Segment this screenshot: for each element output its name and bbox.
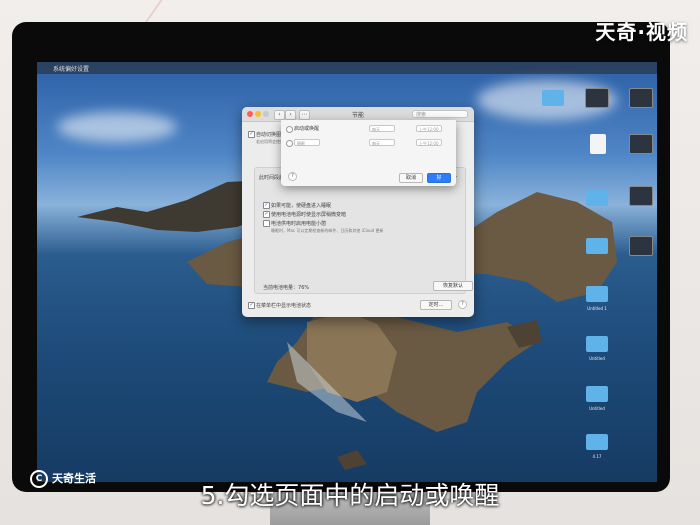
menu-status-label: 在菜单栏中显示电池状态 bbox=[256, 303, 312, 309]
option-note: 睡眠时，Mac 可以定期检查新的邮件、日历和其他 iCloud 更新 bbox=[271, 228, 384, 233]
desktop-thumbnail-icon[interactable] bbox=[629, 88, 653, 108]
option-label-1: 如果可能，使硬盘进入睡眠 bbox=[271, 203, 332, 209]
schedule-sheet: 启动或唤醒 每天 上午12:00 睡眠 每天 上午12:00 ? 取消 好 bbox=[281, 120, 456, 186]
brand-watermark: 天奇·视频 bbox=[595, 20, 688, 44]
schedule-button[interactable]: 定时… bbox=[420, 300, 452, 310]
restore-defaults-button[interactable]: 恢复默认 bbox=[433, 281, 473, 291]
desktop-folder-icon[interactable] bbox=[586, 190, 608, 206]
desktop-folder-icon[interactable] bbox=[586, 286, 608, 302]
sheet-help-button[interactable]: ? bbox=[288, 172, 297, 181]
desktop-icon-label: Untitled 1 bbox=[587, 306, 607, 311]
auto-switch-checkbox[interactable]: ✓ bbox=[248, 131, 255, 138]
desktop-folder-icon[interactable] bbox=[542, 90, 564, 106]
battery-label: 当前电池电量： bbox=[263, 285, 299, 291]
option-checkbox-3[interactable] bbox=[263, 220, 270, 227]
battery-level-label: 当前电池电量：76% bbox=[263, 284, 309, 291]
desktop-thumbnail-icon[interactable] bbox=[629, 186, 653, 206]
desktop-icon-label: 4.17 bbox=[592, 454, 602, 459]
sleep-time-field[interactable]: 上午12:00 bbox=[416, 139, 442, 146]
desktop-folder-icon[interactable] bbox=[586, 386, 608, 402]
menubar-app-name[interactable]: 系统偏好设置 bbox=[53, 64, 89, 73]
sleep-day-select[interactable]: 每天 bbox=[369, 139, 395, 146]
desktop-thumbnail-icon[interactable] bbox=[585, 88, 609, 108]
desktop-screen: 系统偏好设置 Untitled 1 Untitled Untitled 4.17 bbox=[37, 62, 657, 482]
monitor-frame: 系统偏好设置 Untitled 1 Untitled Untitled 4.17 bbox=[12, 22, 670, 492]
menu-status-checkbox[interactable]: ✓ bbox=[248, 302, 255, 309]
help-button[interactable]: ? bbox=[458, 300, 467, 309]
cancel-button[interactable]: 取消 bbox=[399, 173, 423, 183]
desktop-thumbnail-icon[interactable] bbox=[629, 134, 653, 154]
battery-value: 76% bbox=[298, 285, 310, 291]
desktop-icon-label: Untitled bbox=[589, 356, 605, 361]
desktop-file-icon[interactable] bbox=[590, 134, 606, 154]
startup-checkbox[interactable] bbox=[286, 126, 293, 133]
ok-button[interactable]: 好 bbox=[427, 173, 451, 183]
menu-bar: 系统偏好设置 bbox=[37, 62, 657, 74]
desktop-icon-label: Untitled bbox=[589, 406, 605, 411]
search-input[interactable]: 搜索 bbox=[412, 110, 468, 118]
desktop-thumbnail-icon[interactable] bbox=[629, 236, 653, 256]
startup-time-field[interactable]: 上午12:00 bbox=[416, 125, 442, 132]
option-checkbox-2[interactable]: ✓ bbox=[263, 211, 270, 218]
option-label-3: 电池供电时启用电能小憩 bbox=[271, 221, 327, 227]
option-checkbox-1[interactable]: ✓ bbox=[263, 202, 270, 209]
sleep-action-select[interactable]: 睡眠 bbox=[294, 139, 320, 146]
startup-day-select[interactable]: 每天 bbox=[369, 125, 395, 132]
startup-label: 启动或唤醒 bbox=[294, 126, 320, 132]
sleep-checkbox[interactable] bbox=[286, 140, 293, 147]
settings-panel: 此时间段后关闭显示器 ✓ 如果可能，使硬盘进入睡眠 ✓ 使用电池电源时使显示屏稍… bbox=[254, 167, 473, 294]
subtitle-caption: 5.勾选页面中的启动或唤醒 bbox=[200, 481, 500, 510]
desktop-folder-icon[interactable] bbox=[586, 238, 608, 254]
desktop-folder-icon[interactable] bbox=[586, 434, 608, 450]
option-label-2: 使用电池电源时使显示屏稍微变暗 bbox=[271, 212, 347, 218]
desktop-folder-icon[interactable] bbox=[586, 336, 608, 352]
